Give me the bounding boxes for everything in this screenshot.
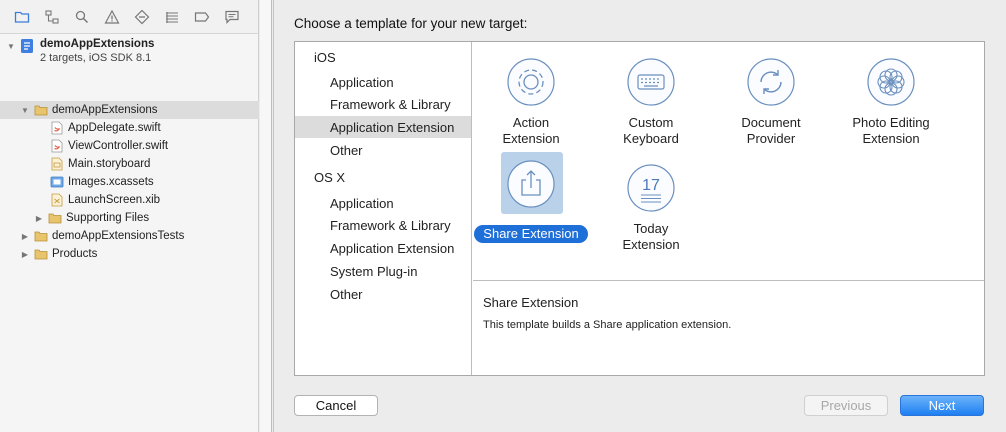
- folder-icon: [48, 211, 62, 225]
- project-root[interactable]: ▼ demoAppExtensions 2 targets, iOS SDK 8…: [0, 37, 259, 67]
- gear-icon: [507, 58, 555, 106]
- calendar-icon: 17: [627, 164, 675, 212]
- next-button[interactable]: Next: [900, 395, 984, 416]
- template-label: Share Extension: [474, 225, 588, 243]
- asset-catalog-icon: [50, 175, 64, 189]
- sidebar-item-osx-application[interactable]: Application: [295, 192, 471, 214]
- template-description: Share Extension This template builds a S…: [473, 282, 984, 375]
- tree-item-label: AppDelegate.swift: [68, 122, 161, 134]
- tree-item-label: demoAppExtensions: [52, 104, 158, 116]
- group-demoappextensions[interactable]: ▼ demoAppExtensions: [0, 101, 259, 119]
- group-demoappextensionstests[interactable]: ▶ demoAppExtensionsTests: [0, 227, 259, 245]
- template-label: Extension: [862, 131, 920, 146]
- template-label: Custom: [628, 115, 674, 130]
- tree-item-label: Images.xcassets: [68, 176, 154, 188]
- template-action-extension[interactable]: Action Extension: [473, 54, 589, 147]
- disclosure-open-icon[interactable]: ▼: [20, 105, 30, 115]
- disclosure-closed-icon[interactable]: ▶: [20, 231, 30, 241]
- template-label: Provider: [746, 131, 796, 146]
- tree-item-label: LaunchScreen.xib: [68, 194, 161, 206]
- disclosure-closed-icon[interactable]: ▶: [34, 213, 44, 223]
- swift-file-icon: [50, 139, 64, 153]
- tree-item-label: Supporting Files: [66, 212, 150, 224]
- project-name: demoAppExtensions: [40, 38, 155, 50]
- editor-background: [260, 0, 272, 432]
- sidebar-item-osx-system-plugin[interactable]: System Plug-in: [295, 260, 471, 282]
- template-label: Action: [512, 115, 550, 130]
- previous-button[interactable]: Previous: [804, 395, 888, 416]
- breakpoint-icon[interactable]: [190, 7, 213, 27]
- template-custom-keyboard[interactable]: Custom Keyboard: [593, 54, 709, 147]
- sidebar-item-ios-framework-library[interactable]: Framework & Library: [295, 93, 471, 115]
- project-subtitle: 2 targets, iOS SDK 8.1: [40, 52, 152, 64]
- description-text: This template builds a Share application…: [483, 319, 732, 331]
- template-label: Today: [633, 221, 669, 236]
- template-label: Photo Editing: [852, 115, 930, 130]
- test-icon[interactable]: [130, 7, 153, 27]
- folder-icon[interactable]: [10, 7, 33, 27]
- flower-icon: [867, 58, 915, 106]
- tree-item-label: Products: [52, 248, 98, 260]
- template-label: Extension: [622, 237, 680, 252]
- folder-icon: [34, 103, 48, 117]
- template-photo-editing-extension[interactable]: Photo Editing Extension: [833, 54, 949, 147]
- sidebar-item-ios-application-extension[interactable]: Application Extension: [295, 116, 471, 138]
- navigator-toolbar: [0, 0, 258, 34]
- sidebar-item-osx-other[interactable]: Other: [295, 283, 471, 305]
- swift-file-icon: [50, 121, 64, 135]
- sidebar-item-ios-application[interactable]: Application: [295, 71, 471, 93]
- template-chooser: iOS Application Framework & Library Appl…: [294, 41, 985, 376]
- report-icon[interactable]: [220, 7, 243, 27]
- sidebar-header-osx: OS X: [314, 169, 346, 185]
- disclosure-open-icon[interactable]: ▼: [6, 41, 16, 51]
- disclosure-closed-icon[interactable]: ▶: [20, 249, 30, 259]
- xib-file-icon: [50, 193, 64, 207]
- warning-icon[interactable]: [100, 7, 123, 27]
- tree-item-label: Main.storyboard: [68, 158, 151, 170]
- share-icon: [507, 160, 555, 208]
- file-launchscreen[interactable]: LaunchScreen.xib: [0, 191, 259, 209]
- new-target-sheet: Choose a template for your new target: i…: [273, 0, 1006, 432]
- description-title: Share Extension: [483, 295, 579, 310]
- file-main-storyboard[interactable]: Main.storyboard: [0, 155, 259, 173]
- template-label: Extension: [502, 131, 560, 146]
- sheet-title: Choose a template for your new target:: [294, 16, 528, 31]
- template-grid: Action Extension Custom Keyboard Documen…: [473, 42, 984, 281]
- hierarchy-icon[interactable]: [40, 7, 63, 27]
- project-navigator: ▼ demoAppExtensions 2 targets, iOS SDK 8…: [0, 0, 259, 432]
- folder-icon: [34, 229, 48, 243]
- calendar-day: 17: [642, 177, 660, 194]
- tree-item-label: ViewController.swift: [68, 140, 169, 152]
- keyboard-icon: [627, 58, 675, 106]
- folder-icon: [34, 247, 48, 261]
- project-file-icon: [19, 38, 35, 54]
- template-document-provider[interactable]: Document Provider: [713, 54, 829, 147]
- tree-item-label: demoAppExtensionsTests: [52, 230, 185, 242]
- cancel-button[interactable]: Cancel: [294, 395, 378, 416]
- platform-sidebar: iOS Application Framework & Library Appl…: [295, 42, 472, 375]
- sidebar-item-osx-framework-library[interactable]: Framework & Library: [295, 214, 471, 236]
- template-label: Document: [741, 115, 801, 130]
- sidebar-item-ios-other[interactable]: Other: [295, 139, 471, 161]
- sidebar-header-ios: iOS: [314, 49, 336, 65]
- file-appdelegate[interactable]: AppDelegate.swift: [0, 119, 259, 137]
- template-label: Keyboard: [623, 131, 679, 146]
- search-icon[interactable]: [70, 7, 93, 27]
- template-today-extension[interactable]: 17 Today Extension: [593, 160, 709, 253]
- group-products[interactable]: ▶ Products: [0, 245, 259, 263]
- storyboard-file-icon: [50, 157, 64, 171]
- group-supporting-files[interactable]: ▶ Supporting Files: [0, 209, 259, 227]
- file-viewcontroller[interactable]: ViewController.swift: [0, 137, 259, 155]
- template-share-extension[interactable]: Share Extension: [473, 152, 589, 243]
- file-images-xcassets[interactable]: Images.xcassets: [0, 173, 259, 191]
- debug-icon[interactable]: [160, 7, 183, 27]
- sync-icon: [747, 58, 795, 106]
- sidebar-item-osx-application-extension[interactable]: Application Extension: [295, 237, 471, 259]
